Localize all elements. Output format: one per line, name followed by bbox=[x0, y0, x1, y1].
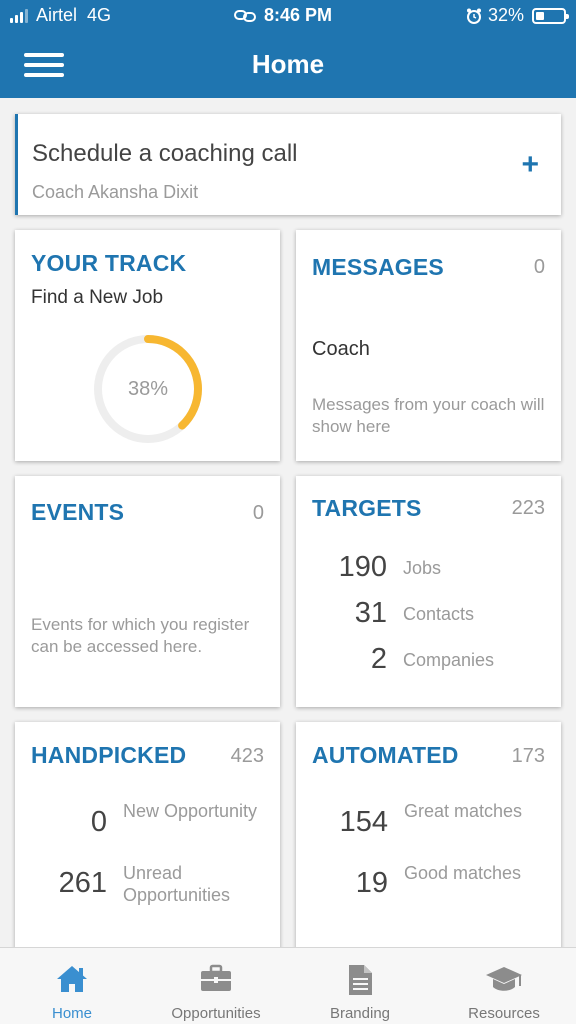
target-value: 190 bbox=[338, 551, 387, 583]
target-row-companies: 2 Companies bbox=[296, 643, 561, 683]
battery-fill bbox=[536, 11, 545, 20]
handpicked-card[interactable]: HANDPICKED 423 0 New Opportunity 261 Unr… bbox=[15, 722, 280, 962]
targets-title: TARGETS bbox=[312, 495, 422, 521]
page-title: Home bbox=[251, 49, 325, 79]
messages-title: MESSAGES bbox=[312, 254, 444, 280]
battery-icon bbox=[532, 7, 569, 24]
target-row-jobs: 190 Jobs bbox=[296, 551, 561, 591]
handpicked-title: HANDPICKED bbox=[31, 742, 187, 768]
tab-home[interactable]: Home bbox=[0, 948, 144, 1024]
status-right: 32% bbox=[466, 5, 569, 26]
app-header: Home bbox=[0, 31, 576, 98]
battery-percent: 32% bbox=[487, 5, 524, 25]
tab-label: Opportunities bbox=[171, 1005, 261, 1022]
automated-title: AUTOMATED bbox=[312, 742, 459, 768]
progress-label: 38% bbox=[127, 378, 169, 400]
events-card[interactable]: EVENTS 0 Events for which you register c… bbox=[15, 476, 280, 707]
targets-card[interactable]: TARGETS 223 190 Jobs 31 Contacts 2 Compa… bbox=[296, 476, 561, 707]
track-title: YOUR TRACK bbox=[31, 250, 187, 276]
carrier-name: Airtel bbox=[36, 5, 78, 25]
status-center: 8:46 PM bbox=[234, 5, 332, 26]
handpicked-label-unread: Unread Opportunities bbox=[123, 863, 231, 905]
message-sender: Coach bbox=[312, 338, 370, 360]
link-icon bbox=[234, 9, 256, 22]
status-bar: Airtel 4G 8:46 PM 32% bbox=[0, 0, 576, 31]
target-label: Jobs bbox=[403, 558, 442, 578]
track-subtitle: Find a New Job bbox=[31, 287, 164, 308]
graduation-cap-icon bbox=[486, 967, 522, 991]
handpicked-label-new: New Opportunity bbox=[123, 801, 258, 821]
tab-label: Resources bbox=[468, 1005, 540, 1022]
your-track-card[interactable]: YOUR TRACK Find a New Job 38% bbox=[15, 230, 280, 461]
bottom-tab-bar: Home Opportunities Branding Resources bbox=[0, 947, 576, 1024]
tab-branding[interactable]: Branding bbox=[288, 948, 432, 1024]
tab-resources[interactable]: Resources bbox=[432, 948, 576, 1024]
signal-icon bbox=[10, 8, 28, 23]
document-icon bbox=[349, 965, 372, 995]
handpicked-value-new: 0 bbox=[90, 806, 107, 838]
handpicked-count: 423 bbox=[230, 745, 264, 767]
home-icon bbox=[57, 966, 87, 992]
briefcase-icon bbox=[201, 964, 231, 991]
automated-value-good: 19 bbox=[355, 867, 388, 899]
coach-name: Coach Akansha Dixit bbox=[32, 182, 199, 202]
events-title: EVENTS bbox=[31, 499, 125, 525]
add-icon[interactable]: + bbox=[521, 148, 539, 182]
target-value: 2 bbox=[370, 643, 387, 675]
automated-label-great: Great matches bbox=[404, 801, 523, 821]
target-value: 31 bbox=[354, 597, 387, 629]
tab-label: Branding bbox=[329, 1005, 391, 1022]
target-label: Companies bbox=[403, 650, 495, 670]
schedule-title: Schedule a coaching call bbox=[32, 140, 298, 167]
messages-card[interactable]: MESSAGES 0 Coach Messages from your coac… bbox=[296, 230, 561, 461]
automated-count: 173 bbox=[511, 745, 545, 767]
tab-opportunities[interactable]: Opportunities bbox=[144, 948, 288, 1024]
status-time: 8:46 PM bbox=[264, 5, 333, 25]
schedule-coaching-card[interactable]: Schedule a coaching call Coach Akansha D… bbox=[15, 114, 561, 215]
status-left: Airtel 4G bbox=[10, 5, 111, 26]
handpicked-value-unread: 261 bbox=[58, 867, 107, 899]
tab-label: Home bbox=[51, 1005, 92, 1022]
automated-value-great: 154 bbox=[339, 806, 388, 838]
alarm-icon bbox=[466, 8, 481, 24]
events-note: Events for which you register can be acc… bbox=[31, 615, 250, 656]
automated-label-good: Good matches bbox=[404, 863, 522, 883]
messages-note: Messages from your coach will show here bbox=[312, 395, 545, 436]
targets-count: 223 bbox=[511, 497, 545, 519]
messages-count: 0 bbox=[533, 256, 545, 278]
target-row-contacts: 31 Contacts bbox=[296, 597, 561, 637]
network-type: 4G bbox=[87, 5, 112, 25]
events-count: 0 bbox=[252, 502, 264, 524]
target-label: Contacts bbox=[403, 604, 475, 624]
automated-card[interactable]: AUTOMATED 173 154 Great matches 19 Good … bbox=[296, 722, 561, 962]
